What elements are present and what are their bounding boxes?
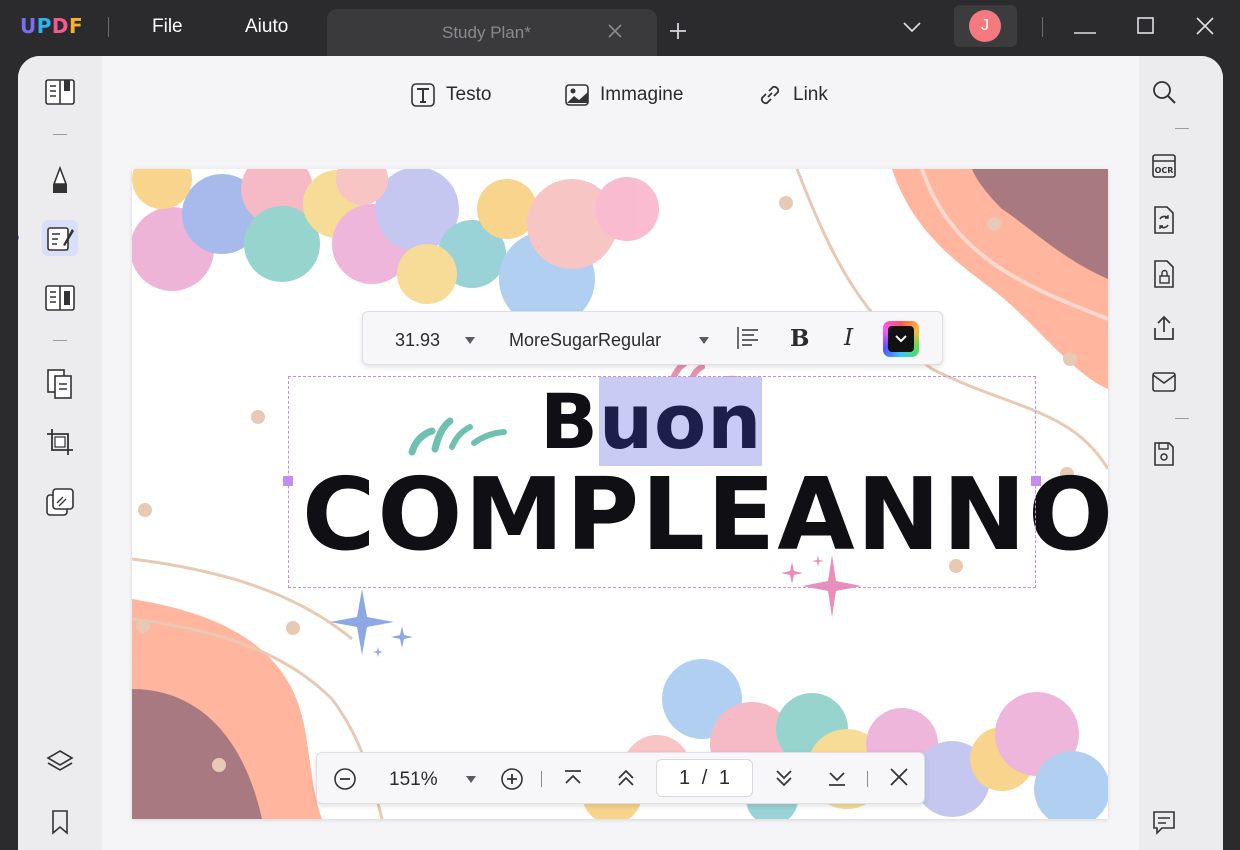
chevron-down-icon	[888, 326, 914, 352]
bookmark-icon[interactable]	[42, 804, 78, 840]
previous-page-icon[interactable]	[615, 767, 637, 794]
logo-letter-d: D	[51, 14, 70, 38]
left-separator	[53, 134, 67, 135]
link-tool-label: Link	[793, 84, 828, 105]
menu-aiuto[interactable]: Aiuto	[245, 16, 288, 38]
text-tool-label: Testo	[446, 84, 492, 105]
link-tool-button[interactable]: Link	[757, 82, 828, 108]
reader-icon[interactable]	[42, 74, 78, 110]
text-edit-box[interactable]	[288, 376, 1036, 588]
comment-highlight-icon[interactable]	[42, 162, 78, 198]
tab-close-icon[interactable]	[607, 23, 623, 44]
crop-icon[interactable]	[42, 424, 78, 460]
last-page-icon[interactable]	[826, 767, 848, 794]
image-tool-button[interactable]: Immagine	[564, 82, 683, 108]
account-button[interactable]: J	[954, 5, 1017, 47]
text-tool-icon	[411, 83, 435, 107]
font-family-value[interactable]: MoreSugarRegular	[509, 330, 661, 351]
avatar: J	[969, 10, 1001, 42]
font-family-dropdown-icon[interactable]	[699, 337, 709, 344]
convert-icon[interactable]	[1146, 202, 1182, 238]
ocr-icon[interactable]: OCR	[1146, 148, 1182, 184]
menu-file[interactable]: File	[152, 16, 183, 38]
watermark-icon[interactable]	[42, 484, 78, 520]
font-size-value[interactable]: 31.93	[395, 330, 440, 351]
bold-button[interactable]: B	[790, 325, 809, 352]
page-tools-icon[interactable]	[42, 366, 78, 402]
comments-panel-icon[interactable]	[1146, 804, 1182, 840]
save-icon[interactable]	[1146, 436, 1182, 472]
zoom-separator	[541, 771, 542, 787]
right-separator	[1175, 418, 1189, 419]
close-bar-icon[interactable]	[889, 767, 909, 792]
italic-button[interactable]: I	[844, 325, 853, 351]
next-page-icon[interactable]	[773, 767, 795, 794]
document-tab[interactable]: Study Plan*	[327, 9, 657, 56]
left-separator	[53, 340, 67, 341]
resize-handle-right[interactable]	[1031, 476, 1041, 486]
font-size-dropdown-icon[interactable]	[465, 337, 475, 344]
first-page-icon[interactable]	[562, 767, 584, 794]
zoom-dropdown-icon[interactable]	[466, 776, 476, 783]
title-bar: UPDF File Aiuto Study Plan* J	[0, 0, 1240, 56]
new-tab-icon[interactable]	[668, 21, 688, 46]
protect-icon[interactable]	[1146, 256, 1182, 292]
organize-pages-icon[interactable]	[42, 280, 78, 316]
maximize-icon[interactable]	[1137, 17, 1154, 39]
zoom-in-icon[interactable]	[500, 767, 524, 796]
search-icon[interactable]	[1146, 74, 1182, 110]
edit-pdf-icon[interactable]	[42, 220, 78, 256]
layers-icon[interactable]	[42, 744, 78, 780]
email-icon[interactable]	[1146, 364, 1182, 400]
tab-title: Study Plan*	[442, 23, 531, 42]
zoom-out-icon[interactable]	[333, 767, 357, 796]
page-separator: /	[701, 767, 708, 789]
zoom-level[interactable]: 151%	[389, 769, 438, 791]
logo-letter-p: P	[36, 14, 52, 38]
app-logo: UPDF	[20, 14, 83, 38]
logo-letter-f: F	[69, 14, 84, 38]
text-color-button[interactable]	[883, 321, 919, 357]
title-separator	[108, 17, 109, 37]
current-page: 1	[679, 767, 691, 789]
text-tool-button[interactable]: Testo	[410, 82, 491, 108]
zoom-separator	[867, 771, 868, 787]
page-number-input[interactable]: 1 / 1	[656, 759, 753, 797]
resize-handle-left[interactable]	[283, 476, 293, 486]
close-window-icon[interactable]	[1196, 17, 1214, 40]
share-icon[interactable]	[1146, 310, 1182, 346]
left-toolbar	[18, 56, 102, 850]
image-tool-icon	[565, 84, 589, 106]
right-separator	[1175, 128, 1189, 129]
title-separator	[1042, 17, 1043, 37]
zoom-navigation-bar: 151% 1 / 1	[316, 752, 925, 804]
text-format-bar: 31.93 MoreSugarRegular B I	[362, 311, 943, 365]
link-tool-icon	[760, 85, 780, 105]
svg-text:OCR: OCR	[1155, 166, 1174, 175]
image-tool-label: Immagine	[600, 84, 684, 105]
tabs-dropdown-icon[interactable]	[902, 20, 922, 39]
minimize-icon[interactable]	[1074, 22, 1096, 40]
align-left-icon[interactable]	[737, 326, 759, 355]
logo-letter-u: U	[20, 14, 37, 38]
total-pages: 1	[718, 767, 730, 789]
